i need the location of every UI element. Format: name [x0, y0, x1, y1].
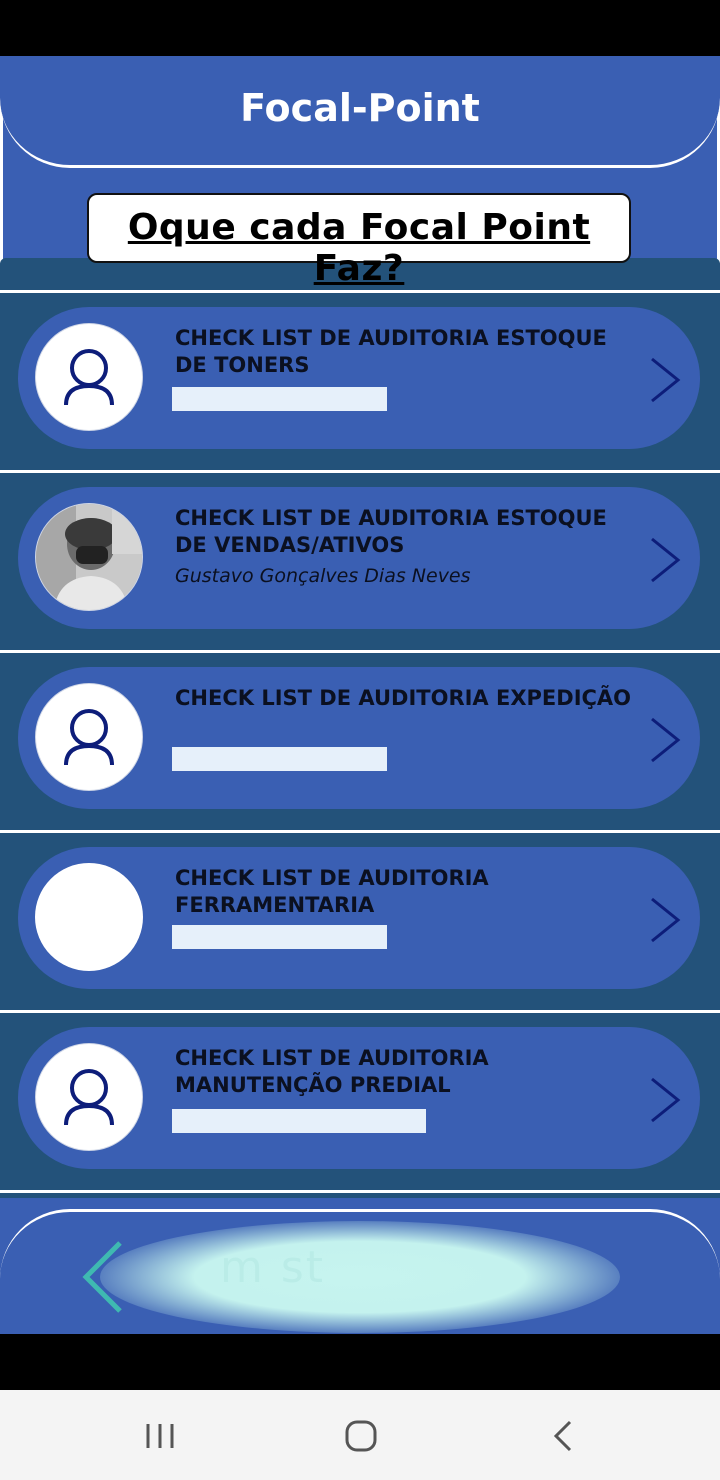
avatar [35, 1043, 143, 1151]
text-placeholder [172, 387, 387, 411]
what-focal-point-does-label: Oque cada Focal Point Faz? [127, 207, 591, 289]
chevron-right-icon[interactable] [648, 897, 682, 943]
avatar-blank [35, 863, 143, 971]
system-nav-bar [0, 1390, 720, 1480]
list-item-card[interactable]: CHECK LIST DE AUDITORIA FERRAMENTARIA [18, 847, 700, 989]
user-icon [64, 1069, 114, 1126]
footer-ghost-text: m st [220, 1242, 326, 1293]
text-placeholder [172, 1109, 426, 1133]
chevron-right-icon[interactable] [648, 357, 682, 403]
text-placeholder [172, 925, 387, 949]
avatar [35, 683, 143, 791]
page-title: Focal-Point [240, 86, 480, 130]
list-item-title: CHECK LIST DE AUDITORIA ESTOQUE DE VENDA… [175, 506, 607, 557]
avatar [35, 323, 143, 431]
list-item-card[interactable]: CHECK LIST DE AUDITORIA ESTOQUE DE VENDA… [18, 487, 700, 629]
list-item-title: CHECK LIST DE AUDITORIA EXPEDIÇÃO [175, 686, 632, 710]
list-item-title: CHECK LIST DE AUDITORIA ESTOQUE DE TONER… [175, 326, 607, 377]
list-item[interactable]: CHECK LIST DE AUDITORIA MANUTENÇÃO PREDI… [0, 1010, 720, 1186]
footer-glow [100, 1221, 620, 1333]
recent-apps-icon[interactable] [130, 1408, 190, 1464]
list-item-card[interactable]: CHECK LIST DE AUDITORIA MANUTENÇÃO PREDI… [18, 1027, 700, 1169]
list-item[interactable]: CHECK LIST DE AUDITORIA FERRAMENTARIA [0, 830, 720, 1006]
chevron-right-icon[interactable] [648, 717, 682, 763]
user-icon [64, 709, 114, 766]
list-item[interactable]: CHECK LIST DE AUDITORIA ESTOQUE DE TONER… [0, 290, 720, 466]
avatar [35, 503, 143, 611]
user-icon [64, 349, 114, 406]
home-icon[interactable] [331, 1408, 391, 1464]
status-bar [0, 0, 720, 56]
list-divider [0, 1190, 720, 1200]
chevron-right-icon[interactable] [648, 537, 682, 583]
list-item-title: CHECK LIST DE AUDITORIA FERRAMENTARIA [175, 866, 489, 917]
list-item-title: CHECK LIST DE AUDITORIA MANUTENÇÃO PREDI… [175, 1046, 489, 1097]
profile-photo [36, 504, 142, 610]
list-item-subtitle: Gustavo Gonçalves Dias Neves [175, 565, 471, 587]
chevron-right-icon[interactable] [648, 1077, 682, 1123]
back-icon[interactable] [534, 1408, 594, 1464]
app-screen: Focal-Point CHECK LIST DE AUDITORIA ESTO… [0, 56, 720, 1334]
list-item-card[interactable]: CHECK LIST DE AUDITORIA EXPEDIÇÃO [18, 667, 700, 809]
text-placeholder [172, 747, 387, 771]
header: Focal-Point [0, 56, 720, 168]
list-item[interactable]: CHECK LIST DE AUDITORIA ESTOQUE DE VENDA… [0, 470, 720, 646]
list-item[interactable]: CHECK LIST DE AUDITORIA EXPEDIÇÃO [0, 650, 720, 826]
back-arrow-icon[interactable] [80, 1241, 128, 1313]
focal-point-list[interactable]: CHECK LIST DE AUDITORIA ESTOQUE DE TONER… [0, 258, 720, 1198]
list-item-card[interactable]: CHECK LIST DE AUDITORIA ESTOQUE DE TONER… [18, 307, 700, 449]
what-focal-point-does-button[interactable]: Oque cada Focal Point Faz? [87, 193, 631, 289]
